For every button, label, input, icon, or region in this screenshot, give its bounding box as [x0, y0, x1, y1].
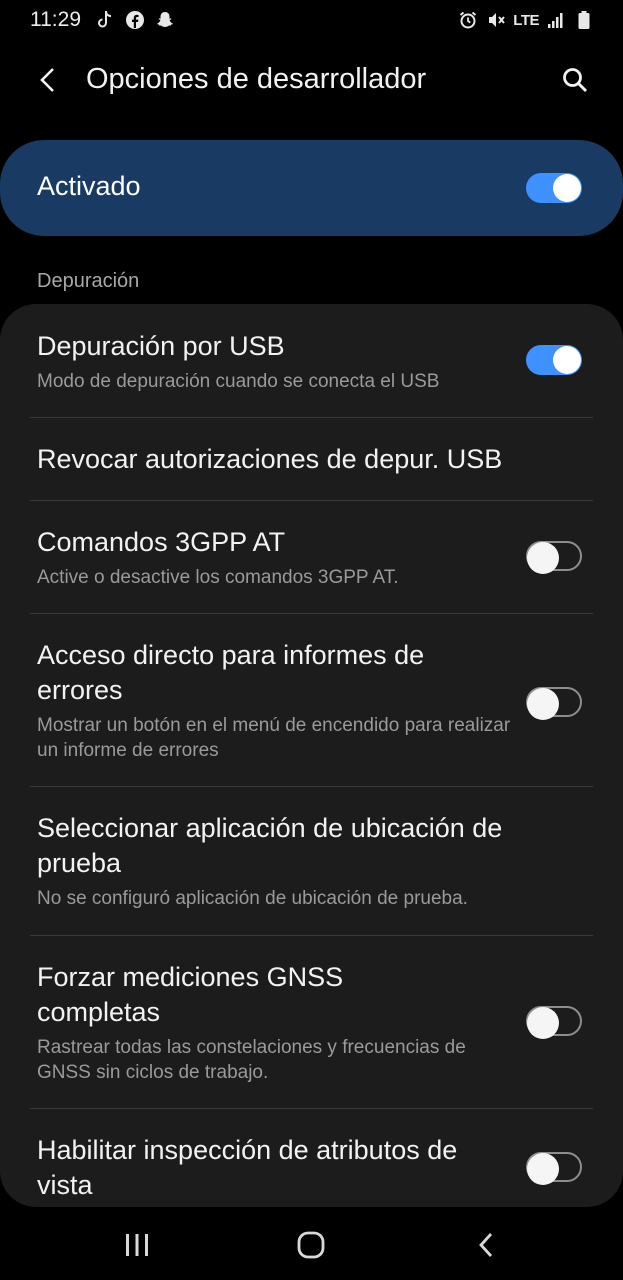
item-title: Forzar mediciones GNSS completas	[37, 962, 344, 1027]
status-time: 11:29	[30, 8, 81, 31]
item-title: Depuración por USB	[37, 331, 285, 361]
list-item-3gpp-at[interactable]: Comandos 3GPP AT Active o desactive los …	[0, 501, 623, 613]
search-button[interactable]	[557, 62, 593, 98]
settings-list: Depuración por USB Modo de depuración cu…	[0, 304, 623, 1207]
toggle-knob	[553, 346, 581, 374]
usb-debugging-toggle[interactable]	[526, 345, 582, 375]
app-bar: Opciones de desarrollador	[0, 50, 623, 110]
3gpp-at-toggle[interactable]	[526, 541, 582, 574]
page-title: Opciones de desarrollador	[86, 63, 427, 95]
toggle-knob	[527, 542, 559, 574]
system-icons: LTE	[457, 9, 595, 31]
master-toggle[interactable]	[526, 173, 582, 203]
item-title: Acceso directo para informes de errores	[37, 640, 425, 705]
mute-icon	[485, 9, 507, 31]
home-button[interactable]	[281, 1224, 341, 1266]
facebook-icon	[124, 9, 146, 31]
item-subtitle: Mostrar un botón en el menú de encendido…	[37, 715, 511, 761]
list-item-gnss-measurements[interactable]: Forzar mediciones GNSS completas Rastrea…	[0, 936, 623, 1108]
view-attribute-toggle[interactable]	[526, 1152, 582, 1185]
bug-report-toggle[interactable]	[526, 687, 582, 720]
item-title: Comandos 3GPP AT	[37, 527, 286, 557]
home-icon	[297, 1231, 325, 1259]
back-button[interactable]	[30, 62, 66, 98]
gnss-toggle[interactable]	[526, 1006, 582, 1039]
item-subtitle: Active o desactive los comandos 3GPP AT.	[37, 567, 399, 588]
signal-icon	[545, 9, 567, 31]
item-title: Revocar autorizaciones de depur. USB	[37, 444, 503, 474]
notification-icons	[94, 9, 176, 31]
snapchat-icon	[154, 9, 176, 31]
list-item-view-attribute-inspection[interactable]: Habilitar inspección de atributos de vis…	[0, 1109, 623, 1207]
item-title: Seleccionar aplicación de ubicación de p…	[37, 813, 503, 878]
item-subtitle: Rastrear todas las constelaciones y frec…	[37, 1037, 466, 1083]
back-nav-button[interactable]	[456, 1224, 516, 1266]
alarm-icon	[457, 9, 479, 31]
navigation-bar	[0, 1210, 623, 1280]
recent-apps-button[interactable]	[107, 1224, 167, 1266]
list-item-mock-location-app[interactable]: Seleccionar aplicación de ubicación de p…	[0, 787, 623, 935]
toggle-knob	[527, 688, 559, 720]
section-header: Depuración	[37, 270, 140, 292]
master-switch-label: Activado	[37, 171, 141, 201]
toggle-knob	[527, 1153, 559, 1185]
toggle-knob	[527, 1007, 559, 1039]
list-item-revoke-usb[interactable]: Revocar autorizaciones de depur. USB	[0, 418, 623, 500]
master-switch-card[interactable]: Activado	[0, 140, 623, 236]
item-subtitle: Modo de depuración cuando se conecta el …	[37, 371, 440, 392]
status-bar: 11:29 LTE	[0, 0, 623, 40]
tiktok-icon	[94, 9, 116, 31]
item-subtitle: No se configuró aplicación de ubicación …	[37, 888, 468, 909]
battery-icon	[573, 9, 595, 31]
item-title: Habilitar inspección de atributos de vis…	[37, 1135, 458, 1200]
list-item-usb-debugging[interactable]: Depuración por USB Modo de depuración cu…	[0, 304, 623, 417]
recent-apps-icon	[126, 1234, 148, 1256]
list-item-bug-report-shortcut[interactable]: Acceso directo para informes de errores …	[0, 614, 623, 786]
toggle-knob	[553, 174, 581, 202]
back-nav-icon	[479, 1233, 493, 1257]
network-type: LTE	[513, 11, 539, 29]
back-arrow-icon	[40, 68, 54, 92]
search-icon	[563, 68, 588, 93]
